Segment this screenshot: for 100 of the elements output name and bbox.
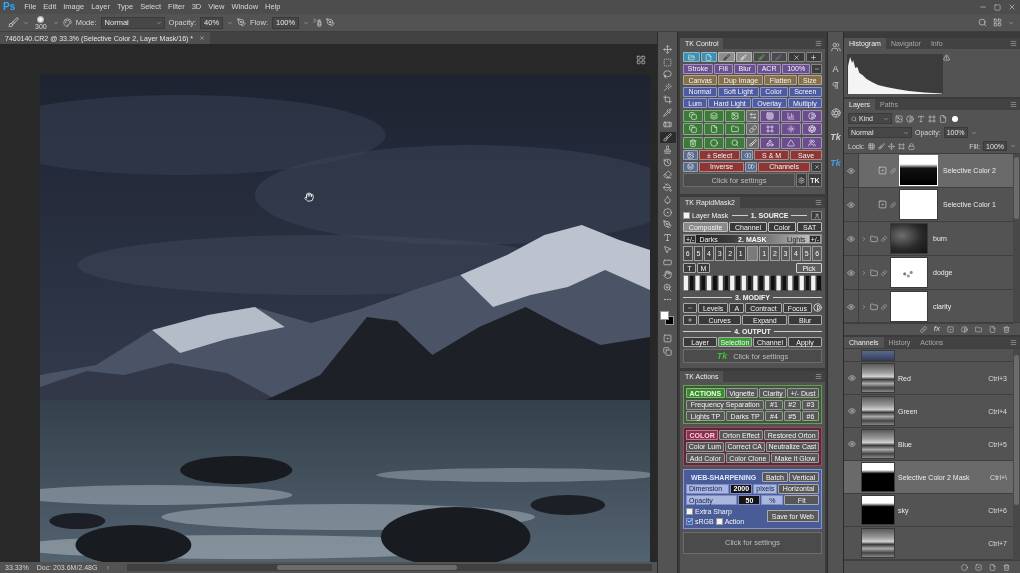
paint-bucket-icon[interactable] <box>663 182 672 192</box>
pen-nib-icon[interactable] <box>237 18 247 27</box>
close-icon[interactable] <box>1008 3 1016 11</box>
scrollbar-thumb[interactable] <box>277 565 458 570</box>
file-icon[interactable] <box>989 325 996 333</box>
droplet-icon[interactable] <box>663 195 672 204</box>
eraser-icon[interactable] <box>663 170 672 179</box>
trash-icon[interactable] <box>1003 563 1010 571</box>
icon-button[interactable] <box>683 303 697 313</box>
sun-icon[interactable] <box>787 125 795 133</box>
maximize-icon[interactable] <box>994 3 1001 11</box>
menu-icon[interactable] <box>1010 339 1017 346</box>
warning-icon[interactable] <box>943 54 950 61</box>
stamp-icon[interactable] <box>663 145 672 154</box>
dock-button[interactable]: A <box>828 63 843 75</box>
frame-icon[interactable] <box>928 114 936 123</box>
eye-icon[interactable] <box>847 268 855 277</box>
caret-icon[interactable] <box>1010 143 1016 149</box>
half-circle-icon[interactable] <box>961 325 968 333</box>
caret-icon[interactable] <box>1008 19 1014 26</box>
grid-icon[interactable] <box>993 18 1002 27</box>
pen-nib-icon[interactable] <box>663 220 672 229</box>
brush-icon[interactable] <box>8 17 19 28</box>
brush-icon[interactable] <box>757 53 765 61</box>
trash-icon[interactable] <box>689 138 697 147</box>
caret-icon[interactable] <box>105 564 112 571</box>
cross-icon[interactable] <box>792 53 800 61</box>
background-color-swatch[interactable] <box>665 315 674 325</box>
caret-icon[interactable] <box>861 269 867 276</box>
layers-icon[interactable] <box>710 111 718 120</box>
caret-icon[interactable] <box>227 19 234 26</box>
menu-icon[interactable] <box>815 373 822 380</box>
checkbox[interactable] <box>715 517 723 525</box>
zone-button[interactable] <box>746 246 759 261</box>
layers-icon[interactable] <box>687 163 694 170</box>
plus-icon[interactable] <box>687 317 693 323</box>
checkbox[interactable] <box>686 517 693 525</box>
caret-icon[interactable] <box>52 19 59 26</box>
brush-icon[interactable] <box>722 53 730 61</box>
square-dot-icon[interactable] <box>975 563 982 571</box>
eye-icon[interactable] <box>848 440 856 448</box>
palette-icon[interactable] <box>62 18 72 27</box>
checkbox[interactable] <box>686 507 693 515</box>
layer-mask-thumbnail[interactable] <box>899 189 938 220</box>
vertical-scrollbar[interactable] <box>1013 349 1020 560</box>
move-icon[interactable] <box>663 45 672 54</box>
ellipsis-icon[interactable] <box>663 295 672 304</box>
eye-icon[interactable] <box>847 166 855 175</box>
caret-icon[interactable] <box>303 19 310 26</box>
folder-icon[interactable] <box>975 325 982 333</box>
magic-wand-icon[interactable] <box>663 82 672 92</box>
file-icon[interactable] <box>989 563 996 571</box>
move-icon[interactable] <box>887 142 895 150</box>
pen-nib-icon[interactable] <box>326 18 336 27</box>
eye-icon[interactable] <box>847 234 855 243</box>
folder-open-icon[interactable] <box>687 53 695 61</box>
menu-icon[interactable] <box>1010 101 1017 108</box>
caret-icon[interactable] <box>970 129 977 136</box>
menu-icon[interactable] <box>815 199 822 206</box>
toggle-dot-icon[interactable] <box>952 115 958 122</box>
pipette-icon[interactable] <box>663 107 672 117</box>
copy-icon[interactable] <box>689 111 697 120</box>
copy-icon[interactable] <box>689 125 697 133</box>
menu-icon[interactable] <box>1010 40 1017 47</box>
zone-keys-drawing[interactable] <box>683 275 822 291</box>
copy-icon[interactable] <box>663 346 672 356</box>
frame-icon[interactable] <box>897 142 905 150</box>
minimize-icon[interactable] <box>979 3 987 11</box>
fx-button[interactable]: fx <box>933 325 940 333</box>
link-icon[interactable] <box>919 325 927 333</box>
brush-icon[interactable] <box>877 142 885 150</box>
tool-button[interactable] <box>659 131 676 143</box>
scrollbar-thumb[interactable] <box>1014 355 1019 505</box>
lock-icon[interactable] <box>907 142 915 150</box>
square-dot-icon[interactable] <box>663 334 672 343</box>
shapes-icon[interactable] <box>766 138 774 147</box>
spray-can-icon[interactable] <box>313 18 323 27</box>
grid-icon[interactable] <box>636 54 646 65</box>
layer-mask-thumbnail[interactable] <box>890 257 928 288</box>
eye-icon[interactable] <box>848 407 856 415</box>
horizontal-scrollbar[interactable] <box>127 564 652 571</box>
half-circle-icon[interactable] <box>906 114 914 123</box>
checkbox[interactable] <box>683 212 690 219</box>
file-icon[interactable] <box>939 114 947 123</box>
menu-icon[interactable] <box>815 40 822 47</box>
frame-icon[interactable] <box>766 125 774 133</box>
crop-icon[interactable] <box>663 95 672 104</box>
foreground-color-swatch[interactable] <box>660 310 669 320</box>
caret-icon[interactable] <box>23 19 29 26</box>
scrollbar-thumb[interactable] <box>1014 157 1019 219</box>
bar-chart-icon[interactable] <box>787 111 795 120</box>
eye-icon[interactable] <box>848 374 856 382</box>
history-icon[interactable] <box>663 157 672 167</box>
eye-icon[interactable] <box>847 302 855 311</box>
pointer-icon[interactable] <box>663 245 672 254</box>
lasso-icon[interactable] <box>663 70 672 79</box>
grid-icon[interactable] <box>867 142 875 150</box>
eye-icon[interactable] <box>847 200 855 209</box>
type-icon[interactable] <box>663 232 672 242</box>
caret-icon[interactable] <box>861 235 867 242</box>
